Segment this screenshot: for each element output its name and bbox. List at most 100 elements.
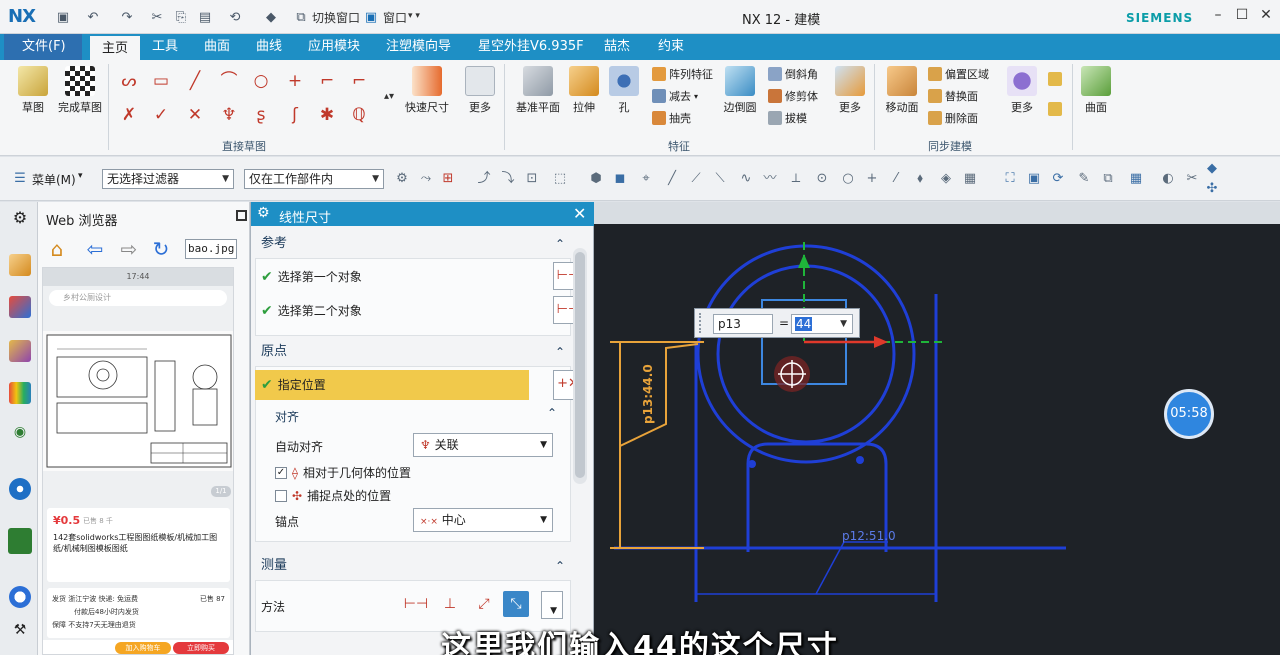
select-solid-icon[interactable]: ◼ bbox=[612, 171, 628, 187]
part-navigator-icon[interactable] bbox=[9, 340, 31, 362]
save-icon[interactable]: ▣ bbox=[54, 8, 72, 26]
select-face-icon[interactable]: ⤵ bbox=[500, 171, 516, 187]
dialog-scrollbar[interactable] bbox=[573, 248, 587, 484]
drag-handle[interactable] bbox=[699, 313, 707, 333]
snap-point-row[interactable]: ✣ 捕捉点处的位置 bbox=[275, 487, 391, 504]
snap-point-checkbox[interactable] bbox=[275, 489, 287, 502]
refresh-icon[interactable]: ↻ bbox=[150, 238, 172, 260]
window-menu-chevron-icon[interactable]: ▾ ▾ bbox=[408, 11, 420, 21]
point-to-point-method-icon[interactable]: ⤢ bbox=[471, 591, 497, 617]
pattern-curve-icon[interactable]: ʃ bbox=[284, 104, 306, 126]
menu-chevron-icon[interactable]: ▾ bbox=[78, 171, 83, 181]
home-icon[interactable]: ⌂ bbox=[46, 238, 68, 260]
hide-show-icon[interactable]: ✂ bbox=[1184, 171, 1200, 187]
tab-file[interactable]: 文件(F) bbox=[4, 34, 82, 60]
selection-intent-icon[interactable]: ⊞ bbox=[440, 171, 456, 187]
tab-curve[interactable]: 曲线 bbox=[248, 34, 290, 60]
extrude-button[interactable]: 拉伸 bbox=[566, 66, 602, 115]
fit-view-icon[interactable]: ⛶ bbox=[1002, 171, 1018, 187]
touch-mode-icon[interactable]: ◆ bbox=[262, 8, 280, 26]
chevron-down-icon[interactable]: ▼ bbox=[839, 315, 848, 333]
maximize-button[interactable]: ☐ bbox=[1232, 7, 1252, 27]
quadrant-icon[interactable]: ⟂ bbox=[788, 171, 804, 187]
work-view-icon[interactable]: ◆ bbox=[1204, 161, 1220, 177]
view-orientation-icon[interactable]: ▦ bbox=[1128, 171, 1144, 187]
more-feature-button[interactable]: 更多 bbox=[832, 66, 868, 115]
trim-icon[interactable]: ✗ bbox=[118, 104, 140, 126]
minimize-button[interactable]: – bbox=[1208, 7, 1228, 27]
shell-button[interactable]: 抽壳 bbox=[652, 110, 691, 126]
point-on-curve-icon[interactable]: ⌖ bbox=[638, 171, 654, 187]
fillet-icon[interactable]: ⌐ bbox=[316, 70, 338, 92]
subtract-button[interactable]: 减去 ▾ bbox=[652, 88, 698, 104]
webpage-search[interactable]: 乡村公厕设计 bbox=[49, 290, 227, 306]
collapse-caret-icon[interactable]: ⌃ bbox=[547, 406, 557, 420]
tab-mold-wizard[interactable]: 注塑模向导 bbox=[378, 34, 459, 60]
tab-plugin[interactable]: 星空外挂V6.935F bbox=[470, 34, 592, 60]
add-existing-curve-icon[interactable]: ℚ bbox=[348, 104, 370, 126]
section-origin[interactable]: 原点 ⌃ bbox=[255, 340, 571, 364]
menu-icon[interactable]: ☰ bbox=[12, 171, 28, 187]
close-icon[interactable]: ✕ bbox=[573, 204, 586, 223]
section-align[interactable]: 对齐 bbox=[275, 408, 299, 425]
hole-button[interactable]: 孔 bbox=[606, 66, 642, 115]
section-measurement[interactable]: 测量 ⌃ bbox=[255, 554, 571, 578]
gear-icon[interactable]: ⚙ bbox=[257, 205, 270, 221]
paste-icon[interactable]: ▤ bbox=[196, 8, 214, 26]
scrollbar-thumb[interactable] bbox=[575, 252, 585, 478]
tab-constraint[interactable]: 约束 bbox=[650, 34, 692, 60]
forward-arrow-icon[interactable]: ⇨ bbox=[118, 238, 140, 260]
type-filter-select[interactable]: 无选择过滤器 ▼ bbox=[102, 169, 234, 189]
point-cross-icon[interactable]: + bbox=[864, 171, 880, 187]
trim-body-button[interactable]: 修剪体 bbox=[768, 88, 818, 104]
horizontal-method-icon[interactable]: ⊢⊣ bbox=[403, 591, 429, 617]
on-curve-icon[interactable]: ⁄ bbox=[888, 171, 904, 187]
relative-geometry-row[interactable]: ✓ ⟠ 相对于几何体的位置 bbox=[275, 464, 411, 481]
control-point-icon[interactable]: ⟍ bbox=[712, 171, 728, 187]
offset-curve-icon[interactable]: ʂ bbox=[250, 104, 272, 126]
rectangle-icon[interactable]: ▭ bbox=[150, 70, 172, 92]
move-face-button[interactable]: 移动面 bbox=[880, 66, 924, 115]
tab-zhejie[interactable]: 喆杰 bbox=[596, 34, 638, 60]
constraint-navigator-icon[interactable] bbox=[9, 296, 31, 318]
profile-icon[interactable]: ᔕ bbox=[118, 70, 140, 92]
arc-center-icon[interactable]: 〰 bbox=[762, 171, 778, 187]
select-edge-icon[interactable]: ⊡ bbox=[524, 171, 540, 187]
method-dropdown[interactable]: ▼ bbox=[541, 591, 563, 619]
finish-sketch-button[interactable]: 完成草图 bbox=[56, 66, 104, 115]
relative-geometry-checkbox[interactable]: ✓ bbox=[275, 466, 287, 479]
undo-icon[interactable]: ↶ bbox=[84, 8, 102, 26]
delete-face-button[interactable]: 删除面 bbox=[928, 110, 978, 126]
snap-point-icon[interactable]: ⤴ bbox=[476, 171, 492, 187]
switch-window-icon[interactable]: ⧉ bbox=[292, 8, 310, 26]
line-icon[interactable]: ╱ bbox=[184, 70, 206, 92]
edge-blend-button[interactable]: 边倒圆 bbox=[720, 66, 760, 115]
sketch-gallery-chevron-icon[interactable]: ▴▾ bbox=[378, 86, 400, 108]
select-component-icon[interactable]: ⬢ bbox=[588, 171, 604, 187]
cut-icon[interactable]: ✂ bbox=[148, 8, 166, 26]
history-icon[interactable] bbox=[9, 586, 31, 608]
circle-icon[interactable]: ○ bbox=[250, 70, 272, 92]
gear-icon[interactable]: ⚙ bbox=[9, 208, 31, 230]
add-to-cart-button[interactable]: 加入购物车 bbox=[115, 642, 171, 654]
pan-icon[interactable]: ✎ bbox=[1076, 171, 1092, 187]
select-second-object-row[interactable]: ✔ 选择第二个对象 bbox=[261, 302, 362, 319]
section-reference[interactable]: 参考 ⌃ bbox=[255, 232, 571, 256]
reuse-library-icon[interactable] bbox=[9, 382, 31, 404]
repeat-command-icon[interactable]: ⟲ bbox=[226, 8, 244, 26]
dimension-name-field[interactable]: p13 bbox=[713, 314, 773, 334]
geometric-constraint-icon[interactable]: ♆ bbox=[218, 104, 240, 126]
surface-tool-1-icon[interactable] bbox=[1048, 72, 1062, 86]
vertical-method-icon[interactable]: ⊥ bbox=[437, 591, 463, 617]
more-sketch-button[interactable]: 更多 bbox=[462, 66, 498, 115]
graphics-window[interactable]: p13:44.0 p12:51.0 p13 = 44 ▼ 05:58 bbox=[594, 202, 1280, 655]
copy-icon[interactable]: ⎘ bbox=[172, 8, 190, 26]
dimension-value-field[interactable]: 44 ▼ bbox=[791, 314, 853, 334]
maximize-panel-icon[interactable] bbox=[236, 210, 247, 221]
more-sync-button[interactable]: 更多 bbox=[1004, 66, 1040, 115]
buy-now-button[interactable]: 立即购买 bbox=[173, 642, 229, 654]
window-menu-button[interactable]: 窗口 bbox=[383, 9, 407, 26]
assembly-navigator-icon[interactable] bbox=[9, 254, 31, 276]
rectangle-select-icon[interactable]: ⬚ bbox=[552, 171, 568, 187]
endpoint-icon[interactable]: ╱ bbox=[664, 171, 680, 187]
